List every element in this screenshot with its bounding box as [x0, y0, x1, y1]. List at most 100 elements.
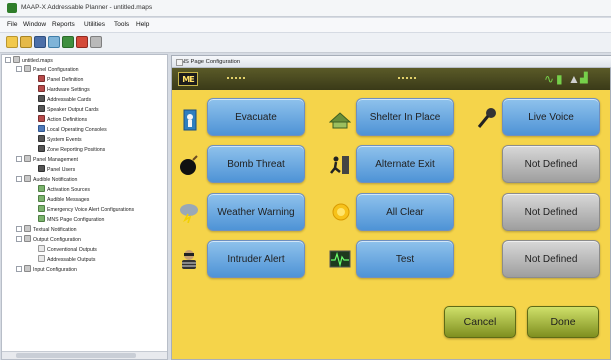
collapse-icon[interactable] — [16, 175, 22, 182]
tree-item-hardware-settings[interactable]: Hardware Settings — [38, 85, 90, 95]
tree-item-conventional-outputs[interactable]: Conventional Outputs — [38, 245, 97, 255]
window-title: MAAP-X Addressable Planner - untitled.ma… — [21, 4, 153, 11]
folder-icon — [24, 65, 31, 73]
battery-status-icon: ▮ — [556, 72, 563, 86]
not-defined-button-2[interactable]: Not Defined — [502, 193, 600, 231]
console-icon — [38, 125, 45, 133]
dialog-title: MNS Page Configuration — [176, 59, 241, 65]
weather-icon — [178, 201, 200, 223]
shelter-icon — [329, 109, 351, 131]
dialog-titlebar: MNS Page Configuration — [172, 56, 611, 68]
open-folder-icon[interactable] — [20, 36, 32, 48]
tree-item-input-configuration[interactable]: Input Configuration — [16, 265, 77, 275]
evacuate-button[interactable]: Evacuate — [207, 98, 305, 136]
menu-help[interactable]: Help — [136, 21, 149, 28]
connect-icon[interactable] — [62, 36, 74, 48]
expand-icon[interactable] — [16, 265, 22, 272]
outputs-icon — [38, 245, 45, 253]
signal-status-icon: ▟ — [580, 73, 588, 84]
folder-icon — [24, 175, 31, 183]
close-icon[interactable] — [90, 36, 102, 48]
card-icon — [38, 95, 45, 103]
collapse-icon[interactable] — [16, 155, 22, 162]
menu-window[interactable]: Window — [23, 21, 46, 28]
expand-icon[interactable] — [16, 225, 22, 232]
brand-logo: ME — [178, 72, 198, 86]
evacuate-icon — [179, 109, 201, 131]
tree-item-audible-messages[interactable]: Audible Messages — [38, 195, 89, 205]
folder-icon — [24, 155, 31, 163]
menu-bar: File Window Reports Utilities Tools Help — [0, 18, 611, 32]
collapse-icon[interactable] — [16, 65, 22, 72]
tree-item-addressable-cards[interactable]: Addressable Cards — [38, 95, 91, 105]
weather-warning-button[interactable]: Weather Warning — [207, 193, 305, 231]
test-icon — [329, 248, 351, 270]
menu-utilities[interactable]: Utilities — [84, 21, 105, 28]
bomb-threat-button[interactable]: Bomb Threat — [207, 145, 305, 183]
indicator-dots — [227, 77, 245, 80]
dialog-header-bar: ME ∿ ▮ ▲ ▟ — [172, 68, 610, 90]
tree-item-panel-definition[interactable]: Panel Definition — [38, 75, 83, 85]
messages-icon — [38, 195, 45, 203]
alternate-exit-icon — [329, 154, 351, 176]
all-clear-icon — [330, 201, 352, 223]
cancel-button[interactable]: Cancel — [444, 306, 516, 338]
collapse-icon[interactable] — [5, 56, 11, 63]
tree-item-panel-users[interactable]: Panel Users — [38, 165, 75, 175]
menu-reports[interactable]: Reports — [52, 21, 75, 28]
folder-icon — [24, 225, 31, 233]
folder-icon — [13, 56, 20, 64]
alternate-exit-button[interactable]: Alternate Exit — [356, 145, 454, 183]
tree-item-speaker-output-cards[interactable]: Speaker Output Cards — [38, 105, 99, 115]
all-clear-button[interactable]: All Clear — [356, 193, 454, 231]
tree-item-panel-management[interactable]: Panel Management — [16, 155, 78, 165]
menu-file[interactable]: File — [7, 21, 17, 28]
live-voice-button[interactable]: Live Voice — [502, 98, 600, 136]
tree-item-action-definitions[interactable]: Action Definitions — [38, 115, 87, 125]
tree-item-emergency-voice-alert-configurations[interactable]: Emergency Voice Alert Configurations — [38, 205, 134, 215]
status-icons: ∿ ▮ ▲ ▟ — [544, 72, 598, 86]
new-file-icon[interactable] — [6, 36, 18, 48]
title-bar: MAAP-X Addressable Planner - untitled.ma… — [0, 0, 611, 17]
tree-item-textual-notification[interactable]: Textual Notification — [16, 225, 77, 235]
tree-item-addressable-outputs[interactable]: Addressable Outputs — [38, 255, 95, 265]
users-icon — [38, 165, 45, 173]
tree-item-system-events[interactable]: System Events — [38, 135, 82, 145]
tree-item-output-configuration[interactable]: Output Configuration — [16, 235, 81, 245]
tree-item-activation-sources[interactable]: Activation Sources — [38, 185, 90, 195]
tree-item-mns-page-configuration[interactable]: MNS Page Configuration — [38, 215, 104, 225]
action-icon — [38, 115, 45, 123]
menu-tools[interactable]: Tools — [114, 21, 129, 28]
not-defined-button-3[interactable]: Not Defined — [502, 240, 600, 278]
alert-icon — [38, 205, 45, 213]
app-icon — [7, 3, 17, 13]
tree-item-audible-notification[interactable]: Audible Notification — [16, 175, 77, 185]
events-icon — [38, 135, 45, 143]
power-status-icon: ∿ — [544, 72, 555, 86]
tree-item-zone-reporting-positions[interactable]: Zone Reporting Positions — [38, 145, 105, 155]
outputs-icon — [38, 255, 45, 263]
toolbar — [0, 33, 611, 53]
done-button[interactable]: Done — [527, 306, 599, 338]
page-icon — [38, 215, 45, 223]
hardware-icon — [38, 85, 45, 93]
collapse-icon[interactable] — [16, 235, 22, 242]
dialog-close-icon[interactable] — [176, 59, 183, 66]
tree-item-panel-configuration[interactable]: Panel Configuration — [16, 65, 79, 75]
not-defined-button-1[interactable]: Not Defined — [502, 145, 600, 183]
indicator-dots — [398, 77, 416, 80]
folder-icon — [24, 235, 31, 243]
stop-icon[interactable] — [76, 36, 88, 48]
panel-icon — [38, 75, 45, 83]
project-tree: untitled.maps Panel Configuration Panel … — [1, 54, 168, 360]
settings-icon[interactable] — [48, 36, 60, 48]
tree-item-local-operating-consoles[interactable]: Local Operating Consoles — [38, 125, 107, 135]
scrollbar-thumb[interactable] — [16, 353, 136, 358]
test-button[interactable]: Test — [356, 240, 454, 278]
speaker-icon — [38, 105, 45, 113]
intruder-alert-button[interactable]: Intruder Alert — [207, 240, 305, 278]
save-icon[interactable] — [34, 36, 46, 48]
microphone-icon — [476, 107, 498, 129]
shelter-in-place-button[interactable]: Shelter In Place — [356, 98, 454, 136]
tree-horizontal-scrollbar[interactable] — [2, 351, 167, 359]
